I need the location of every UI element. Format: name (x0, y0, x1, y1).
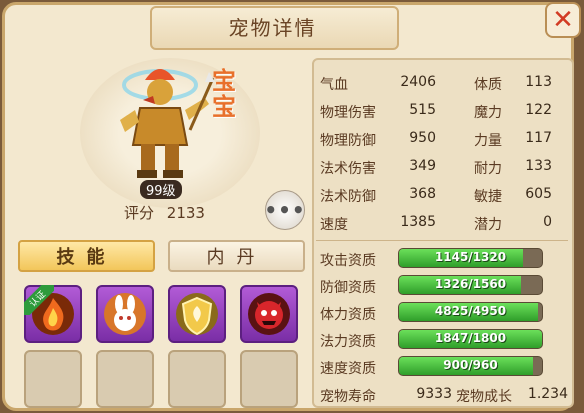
stat-label: 法术伤害 (320, 161, 376, 177)
stat-value: 117 (525, 130, 552, 146)
growth-label: 宠物成长 (456, 389, 512, 405)
empty-skill-slot[interactable] (24, 350, 82, 408)
stat-value: 122 (525, 102, 552, 118)
stat-label: 潜力 (474, 217, 502, 233)
stat-label: 魔力 (474, 105, 502, 121)
stat-value: 515 (409, 102, 436, 118)
tab-neidan[interactable]: 内丹 (168, 240, 305, 272)
divider (316, 240, 568, 241)
score-label: 评分 (124, 204, 155, 222)
rabbit-icon (104, 293, 146, 335)
skill-slot-rabbit[interactable] (96, 285, 154, 343)
tab-skills[interactable]: 技能 (18, 240, 155, 272)
score: 评分 2133 (124, 202, 205, 223)
stat-label: 力量 (474, 133, 502, 149)
stat-value: 2406 (400, 74, 436, 90)
stat-value: 133 (525, 158, 552, 174)
page-title: 宠物详情 (228, 16, 317, 40)
aptitude-label: 体力资质 (320, 307, 376, 323)
aptitude-bar: 4825/4950 (398, 302, 543, 322)
life-value: 9333 (416, 386, 452, 402)
empty-skill-slot[interactable] (96, 350, 154, 408)
stat-label: 物理防御 (320, 133, 376, 149)
aptitude-bar: 900/960 (398, 356, 543, 376)
level-badge: 99级 (140, 180, 182, 199)
aptitude-value: 900/960 (443, 358, 498, 372)
aptitude-value: 4825/4950 (434, 304, 507, 318)
stat-label: 法术防御 (320, 189, 376, 205)
more-button[interactable]: ••• (264, 190, 305, 230)
baby-badge: 宝宝 (212, 67, 236, 121)
close-button[interactable]: ✕ (545, 2, 581, 38)
skill-slot-demon[interactable] (240, 285, 298, 343)
skill-slot-fire[interactable]: 认证 (24, 285, 82, 343)
certified-ribbon: 认证 (24, 285, 54, 315)
life-label: 宠物寿命 (320, 389, 376, 405)
empty-skill-slot[interactable] (240, 350, 298, 408)
stat-value: 113 (525, 74, 552, 90)
aptitude-value: 1326/1560 (434, 277, 507, 291)
demon-icon (248, 293, 290, 335)
growth-value: 1.234 (527, 386, 568, 402)
pet-portrait-image (120, 69, 215, 178)
stat-value: 1385 (400, 214, 436, 230)
aptitude-label: 防御资质 (320, 280, 376, 296)
aptitude-label: 攻击资质 (320, 253, 376, 269)
aptitude-bar: 1847/1800 (398, 329, 543, 349)
aptitude-value: 1145/1320 (434, 250, 507, 264)
stat-label: 物理伤害 (320, 105, 376, 121)
skill-slot-shield[interactable] (168, 285, 226, 343)
aptitude-bar: 1326/1560 (398, 275, 543, 295)
empty-skill-slot[interactable] (168, 350, 226, 408)
stat-value: 0 (543, 214, 552, 230)
stat-label: 敏捷 (474, 189, 502, 205)
stat-label: 气血 (320, 77, 348, 93)
stat-value: 950 (409, 130, 436, 146)
aptitude-bar: 1145/1320 (398, 248, 543, 268)
aptitude-value: 1847/1800 (434, 331, 507, 345)
score-value: 2133 (166, 204, 205, 222)
stat-label: 速度 (320, 217, 348, 233)
stat-label: 耐力 (474, 161, 502, 177)
aptitude-label: 法力资质 (320, 334, 376, 350)
stat-value: 368 (409, 186, 436, 202)
stat-value: 605 (525, 186, 552, 202)
stat-value: 349 (409, 158, 436, 174)
aptitude-label: 速度资质 (320, 361, 376, 377)
shield-icon (176, 293, 218, 336)
stat-label: 体质 (474, 77, 502, 93)
